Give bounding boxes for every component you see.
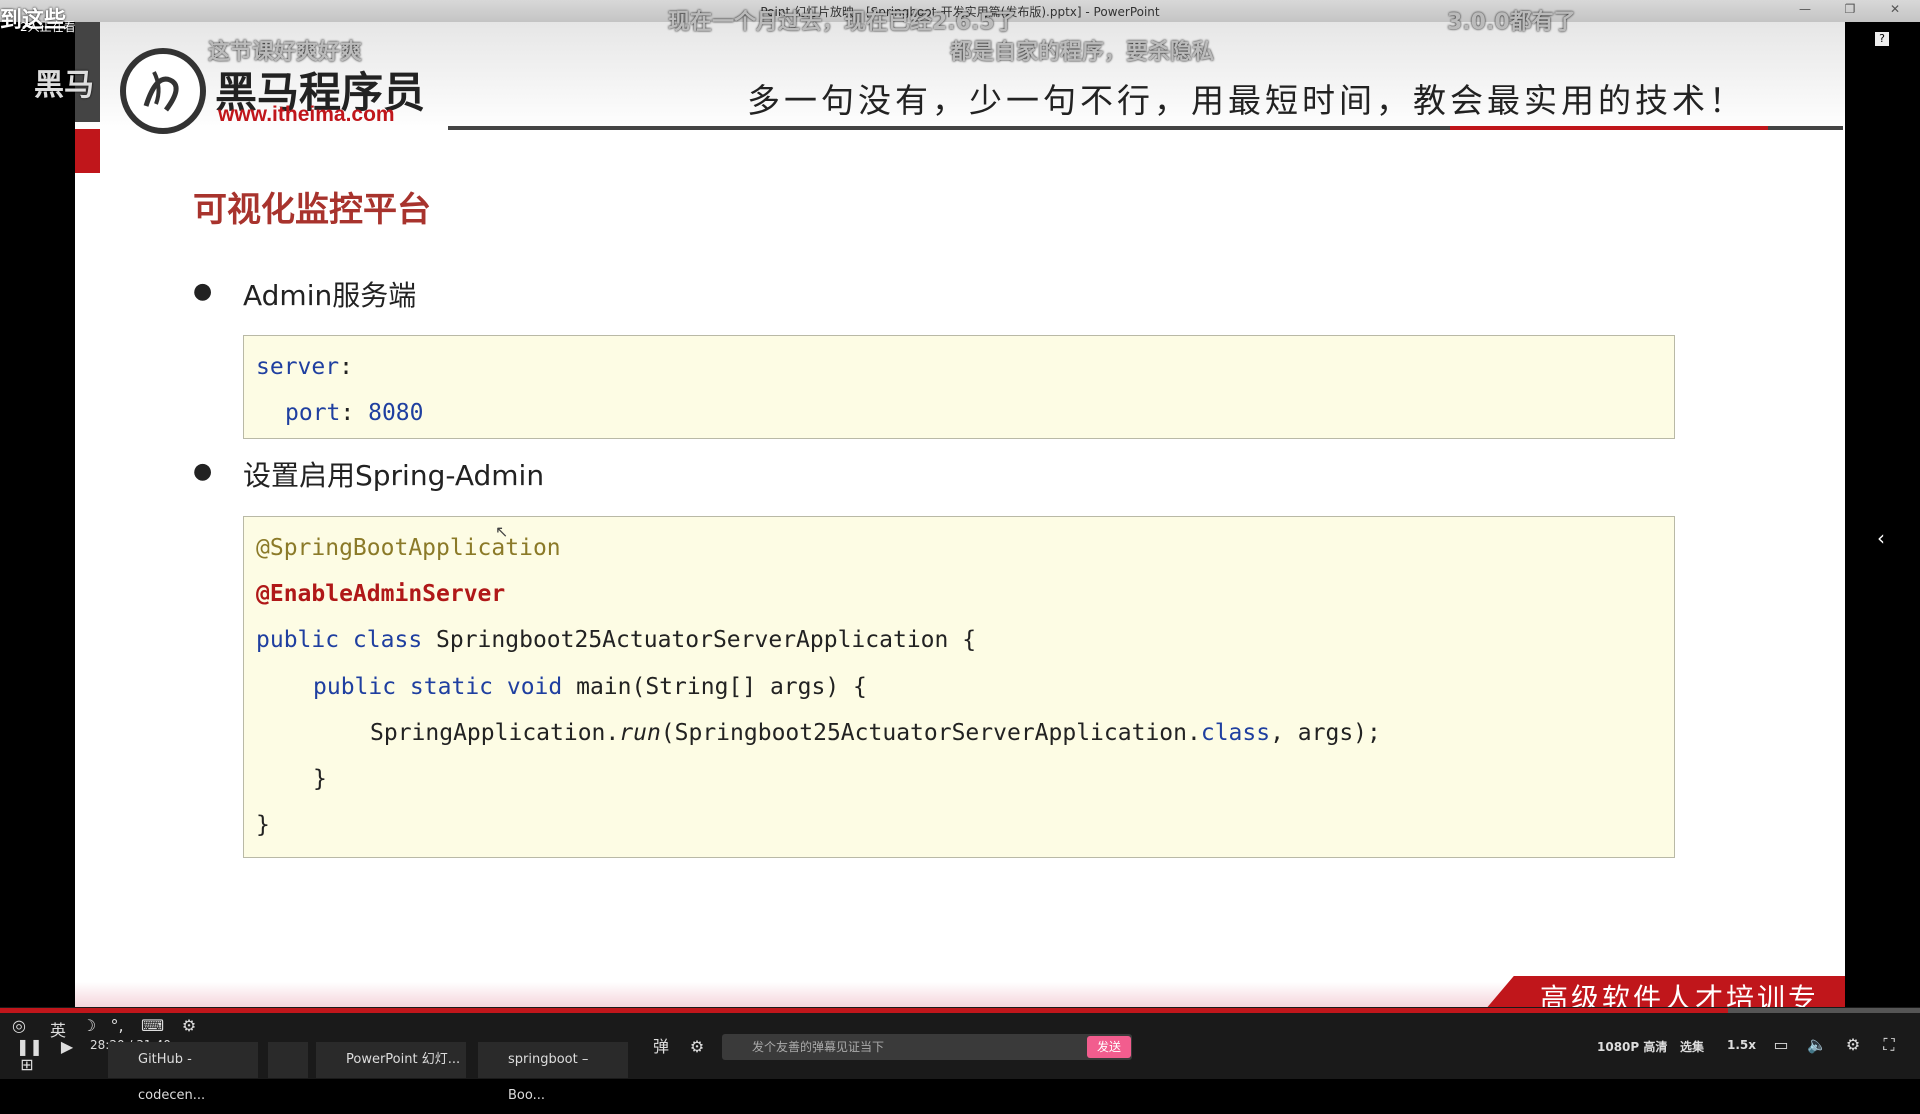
folder-icon[interactable] bbox=[268, 1042, 308, 1078]
code-token: : bbox=[339, 354, 353, 380]
bullet-dot: ● bbox=[193, 279, 213, 304]
progress-fill bbox=[0, 1008, 1728, 1013]
danmaku-style-icon[interactable]: 弹 bbox=[650, 1036, 672, 1058]
header-red-block bbox=[75, 129, 100, 173]
code-token: : bbox=[340, 400, 369, 426]
code-token: class bbox=[1200, 720, 1271, 746]
code-block-java: @SpringBootApplication @EnableAdminServe… bbox=[243, 516, 1675, 858]
viewer-count: 2人正在看 bbox=[20, 20, 76, 34]
left-black-bar bbox=[0, 22, 75, 1007]
right-black-bar: ? ‹ bbox=[1845, 22, 1920, 1007]
quality-selector[interactable]: 1080P 高清 bbox=[1597, 1038, 1667, 1055]
code-token: run bbox=[619, 720, 661, 746]
code-block-yaml: server: port: 8080 bbox=[243, 335, 1675, 439]
danmaku-settings-icon[interactable]: ⚙ bbox=[686, 1036, 708, 1058]
danmaku-item: 都是自家的程序，要杀隐私 bbox=[950, 40, 1215, 65]
logo-url: www.itheima.com bbox=[218, 103, 395, 126]
code-token: server bbox=[256, 354, 340, 380]
taskbar-item-chrome[interactable]: GitHub - codecen... bbox=[108, 1042, 258, 1103]
code-token: , args); bbox=[1270, 720, 1381, 746]
code-token: SpringApplication. bbox=[370, 720, 620, 746]
subtitle-icon[interactable]: ▭ bbox=[1770, 1034, 1792, 1056]
danmaku-toggle-icon[interactable]: ◎ bbox=[8, 1015, 30, 1037]
header-divider-accent bbox=[1450, 126, 1768, 130]
windows-start-icon[interactable]: ⊞ bbox=[16, 1054, 38, 1076]
code-token: public class bbox=[256, 627, 423, 653]
logo-icon bbox=[120, 48, 206, 134]
code-token: main(String[] args) { bbox=[562, 674, 867, 700]
code-token: (Springboot25ActuatorServerApplication. bbox=[660, 720, 1201, 746]
bullet-enable-admin: 设置启用Spring-Admin bbox=[243, 459, 545, 492]
code-token: } bbox=[313, 766, 327, 792]
speed-selector[interactable]: 1.5x bbox=[1727, 1038, 1756, 1052]
slide: 黑马程序员 www.itheima.com 多一句没有，少一句不行，用最短时间，… bbox=[75, 22, 1845, 1007]
danmaku-item: 黑马 bbox=[34, 68, 94, 103]
fullscreen-icon[interactable]: ⛶ bbox=[1878, 1034, 1900, 1056]
slogan: 多一句没有，少一句不行，用最短时间，教会最实用的技术！ bbox=[747, 81, 1746, 120]
moon-icon[interactable]: ☽ bbox=[78, 1015, 100, 1037]
slide-title: 可视化监控平台 bbox=[193, 190, 431, 230]
episode-selector[interactable]: 选集 bbox=[1680, 1038, 1704, 1055]
chevron-left-icon[interactable]: ‹ bbox=[1870, 527, 1892, 549]
bullet-admin-server: Admin服务端 bbox=[243, 279, 417, 312]
volume-icon[interactable]: 🔈 bbox=[1806, 1034, 1828, 1056]
close-icon[interactable]: ✕ bbox=[1880, 2, 1910, 18]
danmaku-item: 现在一个月过去，现在已经2.6.5了 bbox=[668, 10, 1017, 35]
code-token: port bbox=[285, 400, 341, 426]
danmaku-item: 这节课好爽好爽 bbox=[208, 40, 363, 65]
footer-text: 高级软件人才培训专家 bbox=[1540, 982, 1820, 1007]
next-icon[interactable]: ▶ bbox=[56, 1036, 78, 1058]
gear-icon[interactable]: ⚙ bbox=[178, 1015, 200, 1037]
code-token: 8080 bbox=[368, 400, 424, 426]
restore-icon[interactable]: ❐ bbox=[1835, 2, 1865, 18]
code-token: @EnableAdminServer bbox=[256, 581, 506, 607]
punctuation-icon[interactable]: °, bbox=[106, 1015, 128, 1037]
settings-icon[interactable]: ⚙ bbox=[1842, 1034, 1864, 1056]
code-token: } bbox=[256, 812, 270, 838]
danmaku-item: 3.0.0都有了 bbox=[1447, 10, 1576, 35]
code-token: @SpringBootApplication bbox=[256, 535, 561, 561]
keyboard-icon[interactable]: ⌨ bbox=[141, 1015, 164, 1037]
send-button[interactable]: 发送 bbox=[1087, 1036, 1131, 1058]
code-token: Springboot25ActuatorServerApplication { bbox=[422, 627, 977, 653]
taskbar-item-idea[interactable]: springboot – Boo... bbox=[478, 1042, 628, 1103]
help-icon[interactable]: ? bbox=[1875, 32, 1889, 46]
bullet-dot: ● bbox=[193, 459, 213, 484]
danmaku-input[interactable]: 发个友善的弹幕见证当下 bbox=[722, 1034, 1132, 1060]
mouse-cursor-icon: ↖ bbox=[495, 522, 509, 541]
code-token: public static void bbox=[313, 674, 563, 700]
taskbar-item-powerpoint[interactable]: PowerPoint 幻灯... bbox=[316, 1042, 466, 1078]
minimize-icon[interactable]: — bbox=[1790, 2, 1820, 18]
